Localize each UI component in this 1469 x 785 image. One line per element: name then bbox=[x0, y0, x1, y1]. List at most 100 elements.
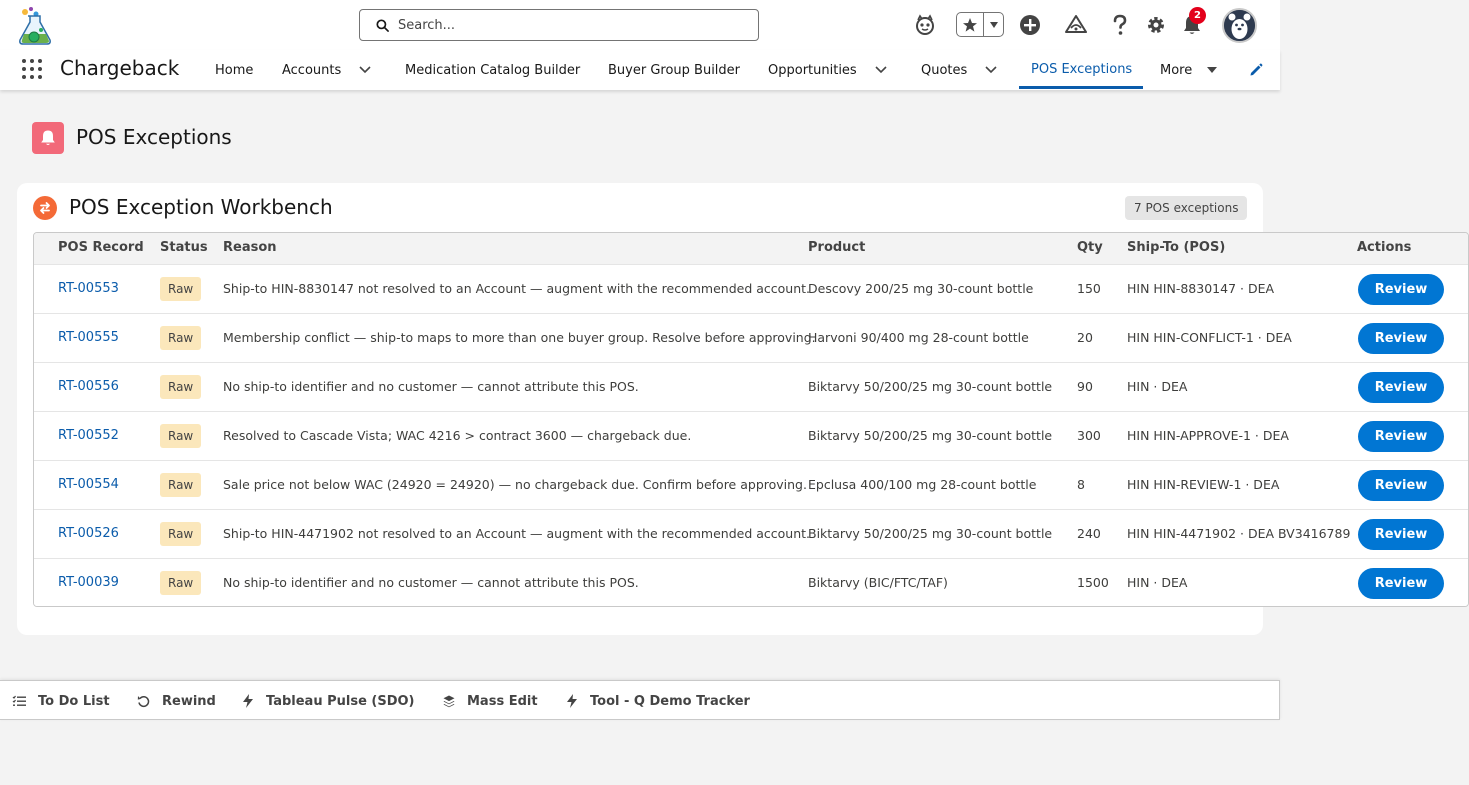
nav-item-buyer-group-builder[interactable]: Buyer Group Builder bbox=[608, 50, 740, 90]
pos-record-link[interactable]: RT-00555 bbox=[58, 330, 119, 345]
nav-item-opportunities[interactable]: Opportunities bbox=[768, 50, 857, 90]
pos-record-link[interactable]: RT-00554 bbox=[58, 477, 119, 492]
card-title: POS Exception Workbench bbox=[69, 195, 333, 219]
product-text: Descovy 200/25 mg 30-count bottle bbox=[808, 281, 1034, 296]
status-badge: Raw bbox=[160, 375, 202, 399]
trailhead-guidance-icon[interactable] bbox=[1062, 10, 1090, 40]
settings-gear-icon[interactable] bbox=[1142, 10, 1170, 40]
product-text: Epclusa 400/100 mg 28-count bottle bbox=[808, 477, 1037, 492]
reason-text: Resolved to Cascade Vista; WAC 4216 > co… bbox=[223, 428, 692, 443]
qty-text: 300 bbox=[1077, 428, 1101, 443]
column-header-qty[interactable]: Qty bbox=[1077, 240, 1103, 255]
opportunities-chevron-down-icon[interactable] bbox=[873, 62, 889, 78]
column-header-pos-record[interactable]: POS Record bbox=[58, 240, 144, 255]
bolt-icon bbox=[243, 694, 253, 708]
qty-text: 90 bbox=[1077, 379, 1093, 394]
utility-item-label: Tool - Q Demo Tracker bbox=[590, 693, 750, 709]
exception-count-badge: 7 POS exceptions bbox=[1125, 196, 1248, 220]
pos-record-link[interactable]: RT-00039 bbox=[58, 575, 119, 590]
pos-record-link[interactable]: RT-00556 bbox=[58, 379, 119, 394]
nav-item-medication-catalog-builder[interactable]: Medication Catalog Builder bbox=[405, 50, 580, 90]
user-avatar[interactable] bbox=[1222, 8, 1257, 43]
nav-item-home[interactable]: Home bbox=[215, 50, 253, 90]
status-badge: Raw bbox=[160, 473, 202, 497]
qty-text: 8 bbox=[1077, 477, 1085, 492]
favorites-star-icon[interactable] bbox=[957, 13, 984, 36]
column-header-status[interactable]: Status bbox=[160, 240, 208, 255]
app-launcher-waffle-icon[interactable] bbox=[22, 59, 42, 79]
reason-text: Membership conflict — ship-to maps to mo… bbox=[223, 330, 816, 345]
favorites-dropdown-icon[interactable] bbox=[984, 21, 1003, 29]
utility-item-mass-edit[interactable]: Mass Edit bbox=[443, 681, 538, 721]
product-text: Biktarvy (BIC/FTC/TAF) bbox=[808, 575, 948, 590]
review-button[interactable]: Review bbox=[1358, 519, 1444, 550]
table-row: RT-00553 Raw Ship-to HIN-8830147 not res… bbox=[34, 264, 1468, 313]
pos-record-link[interactable]: RT-00526 bbox=[58, 526, 119, 541]
status-badge: Raw bbox=[160, 571, 202, 595]
utility-item-label: Mass Edit bbox=[467, 693, 538, 709]
pos-record-link[interactable]: RT-00552 bbox=[58, 428, 119, 443]
status-badge: Raw bbox=[160, 424, 202, 448]
reason-text: No ship-to identifier and no customer — … bbox=[223, 575, 639, 590]
table-row: RT-00554 Raw Sale price not below WAC (2… bbox=[34, 460, 1468, 509]
qty-text: 240 bbox=[1077, 526, 1101, 541]
notification-count-badge: 2 bbox=[1189, 7, 1206, 24]
column-header-actions: Actions bbox=[1357, 240, 1412, 255]
ship-to-text: HIN · DEA bbox=[1127, 379, 1188, 394]
column-header-product[interactable]: Product bbox=[808, 240, 865, 255]
reason-text: Ship-to HIN-8830147 not resolved to an A… bbox=[223, 281, 811, 296]
ship-to-text: HIN HIN-CONFLICT-1 · DEA bbox=[1127, 330, 1292, 345]
qty-text: 1500 bbox=[1077, 575, 1109, 590]
product-text: Biktarvy 50/200/25 mg 30-count bottle bbox=[808, 526, 1053, 541]
flask-logo-icon[interactable] bbox=[16, 6, 56, 46]
nav-item-pos-exceptions[interactable]: POS Exceptions bbox=[1019, 50, 1144, 89]
app-nav-bar: Chargeback Home Accounts Medication Cata… bbox=[0, 50, 1280, 90]
utility-item-label: Tableau Pulse (SDO) bbox=[266, 693, 415, 709]
utility-item-tool-q-demo-tracker[interactable]: Tool - Q Demo Tracker bbox=[566, 681, 750, 721]
exchange-arrows-icon bbox=[33, 196, 57, 220]
global-header: 2 bbox=[0, 0, 1280, 50]
reason-text: Ship-to HIN-4471902 not resolved to an A… bbox=[223, 526, 811, 541]
product-text: Harvoni 90/400 mg 28-count bottle bbox=[808, 330, 1029, 345]
utility-item-rewind[interactable]: Rewind bbox=[137, 681, 216, 721]
edit-nav-pencil-icon[interactable] bbox=[1248, 62, 1264, 78]
review-button[interactable]: Review bbox=[1358, 568, 1444, 599]
utility-item-to-do-list[interactable]: To Do List bbox=[12, 681, 110, 721]
table-header: POS Record Status Reason Product Qty Shi… bbox=[34, 233, 1468, 264]
nav-item-quotes[interactable]: Quotes bbox=[921, 50, 967, 90]
list-icon bbox=[12, 695, 26, 706]
utility-item-tableau-pulse[interactable]: Tableau Pulse (SDO) bbox=[242, 681, 415, 721]
ship-to-text: HIN HIN-4471902 · DEA BV3416789 bbox=[1127, 526, 1351, 541]
stack-icon bbox=[443, 695, 455, 707]
search-input[interactable] bbox=[398, 17, 738, 33]
status-badge: Raw bbox=[160, 326, 202, 350]
help-icon[interactable] bbox=[1106, 10, 1134, 40]
global-search-box[interactable] bbox=[359, 9, 759, 41]
nav-item-more[interactable]: More bbox=[1160, 50, 1192, 90]
page-title: POS Exceptions bbox=[76, 125, 232, 149]
rewind-icon bbox=[137, 695, 150, 707]
quotes-chevron-down-icon[interactable] bbox=[983, 62, 999, 78]
status-badge: Raw bbox=[160, 277, 202, 301]
qty-text: 150 bbox=[1077, 281, 1101, 296]
utility-item-label: Rewind bbox=[162, 693, 216, 709]
product-text: Biktarvy 50/200/25 mg 30-count bottle bbox=[808, 428, 1053, 443]
table-row: RT-00555 Raw Membership conflict — ship-… bbox=[34, 313, 1468, 362]
review-button[interactable]: Review bbox=[1358, 470, 1444, 501]
more-caret-down-icon[interactable] bbox=[1204, 62, 1220, 78]
accounts-chevron-down-icon[interactable] bbox=[357, 62, 373, 78]
pos-record-link[interactable]: RT-00553 bbox=[58, 281, 119, 296]
utility-item-label: To Do List bbox=[38, 693, 110, 709]
qty-text: 20 bbox=[1077, 330, 1093, 345]
column-header-reason[interactable]: Reason bbox=[223, 240, 277, 255]
review-button[interactable]: Review bbox=[1358, 421, 1444, 452]
table-row: RT-00552 Raw Resolved to Cascade Vista; … bbox=[34, 411, 1468, 460]
review-button[interactable]: Review bbox=[1358, 323, 1444, 354]
column-header-ship-to[interactable]: Ship-To (POS) bbox=[1127, 240, 1225, 255]
review-button[interactable]: Review bbox=[1358, 372, 1444, 403]
nav-item-accounts[interactable]: Accounts bbox=[282, 50, 341, 90]
agent-assistant-icon[interactable] bbox=[911, 10, 939, 40]
review-button[interactable]: Review bbox=[1358, 274, 1444, 305]
table-row: RT-00039 Raw No ship-to identifier and n… bbox=[34, 558, 1468, 606]
global-actions-add-icon[interactable] bbox=[1016, 10, 1044, 40]
